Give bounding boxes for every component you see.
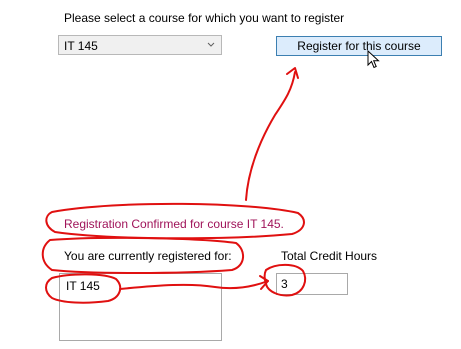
credit-hours-field[interactable]: 3 — [276, 273, 348, 295]
course-select[interactable]: IT 145 — [58, 35, 222, 55]
chevron-down-icon — [207, 42, 215, 47]
register-button[interactable]: Register for this course — [276, 36, 442, 56]
connector-arrowhead — [259, 275, 269, 290]
upward-arrow — [245, 71, 296, 201]
mouse-pointer-icon — [367, 50, 380, 69]
confirmation-message: Registration Confirmed for course IT 145… — [64, 217, 284, 231]
credit-hours-label: Total Credit Hours — [281, 249, 378, 263]
course-prompt-label: Please select a course for which you wan… — [64, 11, 345, 25]
list-item[interactable]: IT 145 — [66, 279, 100, 293]
upward-arrowhead — [286, 67, 299, 79]
registered-courses-label: You are currently registered for: — [64, 249, 232, 263]
registered-courses-list[interactable]: IT 145 — [59, 273, 222, 341]
course-select-value: IT 145 — [64, 39, 98, 53]
credit-hours-value: 3 — [281, 277, 288, 291]
